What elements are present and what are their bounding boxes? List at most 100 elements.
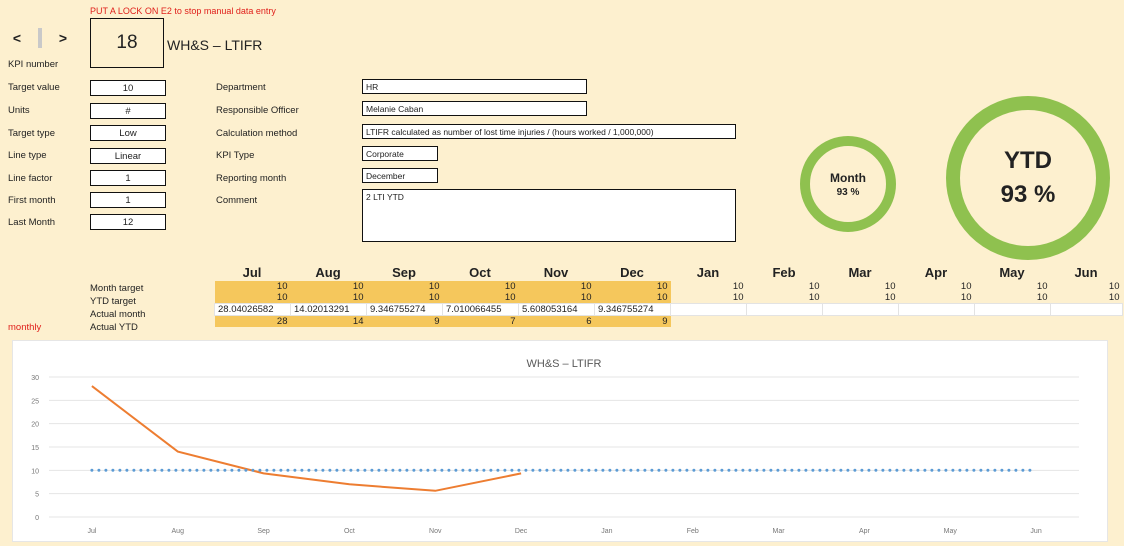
calculation-method-cell[interactable]: LTIFR calculated as number of lost time … bbox=[362, 124, 736, 139]
x-tick-label: Apr bbox=[859, 528, 871, 535]
ltifr-line-chart: WH&S – LTIFR051015202530JulAugSepOctNovD… bbox=[13, 341, 1107, 541]
target-value-cell[interactable]: 10 bbox=[90, 80, 166, 96]
month-header: Mar bbox=[830, 265, 890, 280]
table-cell[interactable]: 9 bbox=[595, 316, 671, 328]
x-tick-label: Jul bbox=[87, 528, 96, 535]
table-cell[interactable] bbox=[899, 304, 975, 316]
month-header: Apr bbox=[906, 265, 966, 280]
month-header: Sep bbox=[374, 265, 434, 280]
x-tick-label: Jan bbox=[601, 528, 612, 535]
month-header: Nov bbox=[526, 265, 586, 280]
month-header: Jan bbox=[678, 265, 738, 280]
comment-cell[interactable]: 2 LTI YTD bbox=[362, 189, 736, 242]
month-gauge-label: Month bbox=[830, 171, 866, 185]
table-cell[interactable]: 10 bbox=[291, 281, 367, 292]
table-cell[interactable] bbox=[747, 304, 823, 316]
kpi-data-table: 10 10 10 10 10 10 10 10 10 10 10 10 10 1… bbox=[214, 281, 1123, 327]
reporting-month-cell[interactable]: December bbox=[362, 168, 438, 183]
kpi-number-label: KPI number bbox=[8, 59, 58, 70]
kpi-number-cell[interactable]: 18 bbox=[90, 18, 164, 68]
table-cell[interactable]: 10 bbox=[975, 281, 1051, 292]
table-cell[interactable] bbox=[975, 316, 1051, 328]
ltifr-chart-area[interactable]: WH&S – LTIFR051015202530JulAugSepOctNovD… bbox=[12, 340, 1108, 542]
table-cell[interactable] bbox=[671, 316, 747, 328]
table-cell[interactable]: 14 bbox=[291, 316, 367, 328]
line-factor-cell[interactable]: 1 bbox=[90, 170, 166, 186]
table-cell[interactable]: 5.608053164 bbox=[519, 304, 595, 316]
table-cell[interactable]: 10 bbox=[443, 292, 519, 304]
table-cell[interactable]: 10 bbox=[215, 292, 291, 304]
table-cell[interactable]: 7 bbox=[443, 316, 519, 328]
table-cell[interactable]: 10 bbox=[519, 292, 595, 304]
table-row: 28.04026582 14.02013291 9.346755274 7.01… bbox=[215, 304, 1123, 316]
x-tick-label: Oct bbox=[344, 528, 355, 535]
y-tick-label: 10 bbox=[31, 468, 39, 475]
table-cell[interactable]: 10 bbox=[899, 292, 975, 304]
table-cell[interactable] bbox=[1051, 304, 1123, 316]
table-cell[interactable]: 7.010066455 bbox=[443, 304, 519, 316]
responsible-officer-cell[interactable]: Melanie Caban bbox=[362, 101, 587, 116]
kpi-type-label: KPI Type bbox=[216, 150, 254, 161]
table-cell[interactable]: 10 bbox=[367, 292, 443, 304]
month-header: Jul bbox=[222, 265, 282, 280]
table-cell[interactable]: 9.346755274 bbox=[367, 304, 443, 316]
table-cell[interactable] bbox=[899, 316, 975, 328]
table-cell[interactable]: 10 bbox=[595, 292, 671, 304]
table-cell[interactable] bbox=[823, 316, 899, 328]
target-type-cell[interactable]: Low bbox=[90, 125, 166, 141]
month-header: Feb bbox=[754, 265, 814, 280]
table-cell[interactable]: 28.04026582 bbox=[215, 304, 291, 316]
table-cell[interactable] bbox=[747, 316, 823, 328]
monthly-side-label: monthly bbox=[8, 322, 41, 333]
table-cell[interactable] bbox=[671, 304, 747, 316]
table-cell[interactable]: 10 bbox=[747, 281, 823, 292]
table-cell[interactable]: 10 bbox=[671, 292, 747, 304]
table-cell[interactable]: 10 bbox=[519, 281, 595, 292]
x-tick-label: Sep bbox=[257, 528, 270, 535]
navigator-scroll-thumb[interactable] bbox=[38, 28, 42, 48]
table-cell[interactable] bbox=[1051, 316, 1123, 328]
table-cell[interactable]: 9 bbox=[367, 316, 443, 328]
table-cell[interactable]: 10 bbox=[1051, 281, 1123, 292]
x-tick-label: Aug bbox=[172, 528, 185, 535]
month-header: May bbox=[982, 265, 1042, 280]
table-cell[interactable] bbox=[975, 304, 1051, 316]
last-month-cell[interactable]: 12 bbox=[90, 214, 166, 230]
table-cell[interactable]: 10 bbox=[823, 281, 899, 292]
calculation-method-label: Calculation method bbox=[216, 128, 297, 139]
first-month-cell[interactable]: 1 bbox=[90, 192, 166, 208]
y-tick-label: 5 bbox=[35, 492, 39, 499]
table-cell[interactable]: 28 bbox=[215, 316, 291, 328]
table-cell[interactable]: 10 bbox=[1051, 292, 1123, 304]
line-type-cell[interactable]: Linear bbox=[90, 148, 166, 164]
table-cell[interactable]: 10 bbox=[747, 292, 823, 304]
table-cell[interactable]: 10 bbox=[367, 281, 443, 292]
department-cell[interactable]: HR bbox=[362, 79, 587, 94]
ytd-gauge-value: 93 % bbox=[1001, 181, 1056, 209]
table-cell[interactable]: 6 bbox=[519, 316, 595, 328]
table-cell[interactable]: 10 bbox=[291, 292, 367, 304]
y-tick-label: 30 bbox=[31, 375, 39, 382]
month-target-label: Month target bbox=[90, 283, 143, 294]
table-cell[interactable] bbox=[823, 304, 899, 316]
table-cell[interactable]: 10 bbox=[671, 281, 747, 292]
table-cell[interactable]: 14.02013291 bbox=[291, 304, 367, 316]
month-header: Dec bbox=[602, 265, 662, 280]
x-tick-label: Feb bbox=[687, 528, 699, 535]
next-kpi-button[interactable]: > bbox=[52, 30, 74, 46]
table-cell[interactable]: 10 bbox=[215, 281, 291, 292]
kpi-type-cell[interactable]: Corporate bbox=[362, 146, 438, 161]
table-cell[interactable]: 10 bbox=[595, 281, 671, 292]
month-header: Jun bbox=[1056, 265, 1116, 280]
comment-label: Comment bbox=[216, 195, 257, 206]
table-cell[interactable]: 10 bbox=[899, 281, 975, 292]
table-cell[interactable]: 10 bbox=[823, 292, 899, 304]
units-cell[interactable]: # bbox=[90, 103, 166, 119]
units-label: Units bbox=[8, 105, 30, 116]
target-type-label: Target type bbox=[8, 128, 55, 139]
prev-kpi-button[interactable]: < bbox=[6, 30, 28, 46]
table-cell[interactable]: 10 bbox=[975, 292, 1051, 304]
table-cell[interactable]: 9.346755274 bbox=[595, 304, 671, 316]
table-cell[interactable]: 10 bbox=[443, 281, 519, 292]
x-tick-label: Jun bbox=[1030, 528, 1041, 535]
